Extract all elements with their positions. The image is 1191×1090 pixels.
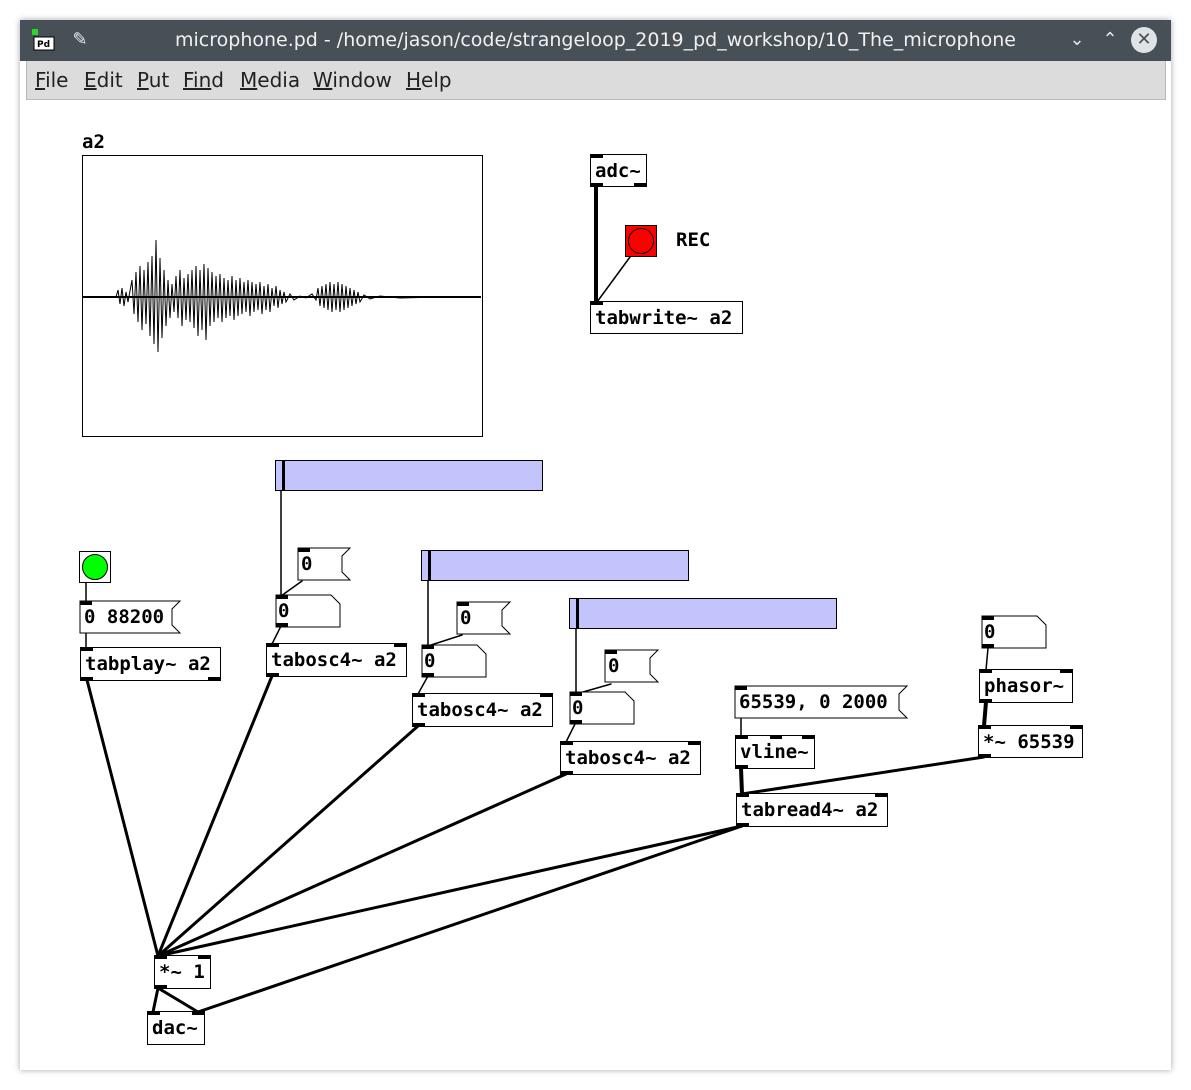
inlet — [591, 154, 603, 158]
number-box-4[interactable]: 0 — [984, 616, 995, 648]
rec-bang[interactable] — [625, 225, 657, 257]
object-text: adc~ — [595, 160, 641, 182]
wire-num4-phasor — [985, 647, 989, 671]
tabwrite-object[interactable]: tabwrite~ a2 — [590, 301, 743, 334]
vline-object[interactable]: vline~ — [735, 735, 815, 769]
play-message[interactable]: 0 88200 — [84, 601, 164, 633]
bang-circle — [82, 554, 108, 580]
tabosc-object-3[interactable]: tabosc4~ a2 — [560, 741, 701, 775]
wire-tabread-dac — [196, 824, 744, 1014]
object-text: tabread4~ a2 — [741, 799, 879, 821]
number-box-2[interactable]: 0 — [424, 645, 435, 677]
outlet — [736, 765, 748, 769]
object-text: dac~ — [152, 1017, 198, 1039]
zero-message-1[interactable]: 0 — [301, 548, 312, 580]
inlet — [688, 741, 700, 745]
wire-tabosc3-mul1 — [156, 772, 568, 958]
inlet — [1060, 669, 1072, 673]
inlet — [192, 1011, 204, 1015]
object-text: vline~ — [740, 741, 809, 763]
inlet — [267, 643, 279, 647]
outlet — [155, 985, 167, 989]
adc-object[interactable]: adc~ — [590, 154, 647, 187]
outlet — [634, 183, 646, 187]
inlet — [561, 741, 573, 745]
speed-slider-1[interactable] — [275, 460, 543, 491]
inlet — [198, 955, 210, 959]
phasor-object[interactable]: phasor~ — [979, 669, 1073, 703]
outlet — [81, 677, 93, 681]
rec-label: REC — [676, 229, 711, 251]
play-bang[interactable] — [79, 551, 111, 583]
object-text: *~ 65539 — [983, 731, 1075, 753]
tabplay-object[interactable]: tabplay~ a2 — [80, 647, 221, 681]
inlet — [737, 793, 749, 797]
object-text: tabwrite~ a2 — [595, 307, 733, 329]
array-label: a2 — [82, 131, 105, 153]
object-text: tabosc4~ a2 — [565, 747, 691, 769]
wire-mul1-dacL — [151, 986, 160, 1014]
slider-knob[interactable] — [576, 599, 579, 628]
object-text: tabosc4~ a2 — [271, 649, 397, 671]
dac-object[interactable]: dac~ — [147, 1011, 205, 1045]
inlet — [875, 793, 887, 797]
number-box-3[interactable]: 0 — [572, 692, 583, 724]
ramp-message[interactable]: 65539, 0 2000 — [739, 686, 888, 718]
wire-phasor-mul — [982, 700, 988, 728]
multiply-1-object[interactable]: *~ 1 — [154, 955, 211, 989]
inlet — [413, 693, 425, 697]
bang-circle — [628, 228, 654, 254]
zero-message-3[interactable]: 0 — [608, 650, 619, 682]
wire-tabosc2-mul1 — [156, 724, 420, 958]
array-graph[interactable] — [82, 155, 483, 437]
object-text: phasor~ — [984, 675, 1065, 697]
speed-slider-3[interactable] — [569, 598, 837, 629]
outlet — [413, 723, 425, 727]
inlet — [770, 735, 782, 739]
inlet — [155, 955, 167, 959]
inlet — [591, 301, 603, 305]
wire-mul1-dacR — [156, 986, 200, 1014]
wire-tabread-mul1 — [156, 824, 744, 958]
wire-num1-tabosc — [271, 625, 282, 645]
wire-num3-tabosc — [565, 723, 576, 743]
slider-knob[interactable] — [428, 551, 431, 580]
slider-knob[interactable] — [282, 461, 285, 490]
wire-vline-tabread — [739, 766, 744, 796]
tabosc-object-1[interactable]: tabosc4~ a2 — [266, 643, 407, 677]
wire-tabplay-mul1 — [85, 678, 160, 958]
object-text: tabosc4~ a2 — [417, 699, 543, 721]
wire-m1-num — [280, 580, 303, 597]
outlet — [561, 771, 573, 775]
inlet — [980, 669, 992, 673]
outlet — [980, 699, 992, 703]
tabread-object[interactable]: tabread4~ a2 — [736, 793, 888, 827]
tabosc-object-2[interactable]: tabosc4~ a2 — [412, 693, 553, 727]
inlet — [148, 1011, 160, 1015]
inlet — [81, 647, 93, 651]
object-text: *~ 1 — [159, 961, 205, 983]
multiply-65539-object[interactable]: *~ 65539 — [978, 725, 1083, 758]
object-text: tabplay~ a2 — [85, 653, 211, 675]
inlet — [1070, 725, 1082, 729]
inlet — [394, 643, 406, 647]
inlet — [540, 693, 552, 697]
number-box-1[interactable]: 0 — [278, 595, 289, 627]
wire-rec-tabwrite — [596, 256, 631, 303]
zero-message-2[interactable]: 0 — [460, 602, 471, 634]
outlet — [267, 673, 279, 677]
speed-slider-2[interactable] — [421, 550, 689, 581]
outlet — [591, 183, 603, 187]
inlet — [979, 725, 991, 729]
inlet — [802, 735, 814, 739]
outlet — [737, 823, 749, 827]
inlet — [736, 735, 748, 739]
wire-num2-tabosc — [417, 675, 429, 695]
outlet — [979, 754, 991, 758]
outlet — [208, 677, 220, 681]
